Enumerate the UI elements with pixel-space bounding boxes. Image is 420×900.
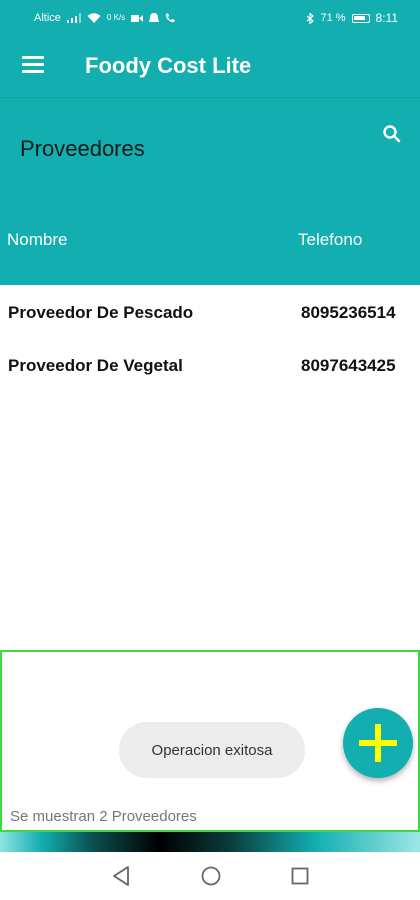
back-triangle-icon[interactable] — [111, 865, 131, 887]
app-bar: Foody Cost Lite — [0, 36, 420, 98]
add-supplier-button[interactable] — [343, 708, 413, 778]
list-item[interactable]: Proveedor De Pescado 8095236514 — [0, 285, 420, 338]
column-header-nombre[interactable]: Nombre — [7, 230, 67, 250]
video-icon — [131, 14, 144, 22]
supplier-count-text: Se muestran 2 Proveedores — [10, 808, 197, 825]
supplier-list: Proveedor De Pescado 8095236514 Proveedo… — [0, 285, 420, 391]
status-right: 71 % 8:11 — [306, 12, 398, 24]
toast-message: Operacion exitosa — [119, 722, 305, 778]
supplier-phone: 8097643425 — [301, 356, 396, 375]
bottom-panel: Operacion exitosa Se muestran 2 Proveedo… — [0, 650, 420, 832]
status-left: Altice 0 K/s — [34, 11, 176, 24]
hamburger-menu-icon[interactable] — [22, 56, 44, 74]
battery-icon — [351, 13, 370, 23]
recents-square-icon[interactable] — [290, 865, 310, 887]
carrier-label: Altice — [34, 11, 61, 24]
system-nav-bar — [0, 852, 420, 900]
status-bar: Altice 0 K/s 71 % 8:11 — [0, 0, 420, 36]
list-item[interactable]: Proveedor De Vegetal 8097643425 — [0, 338, 420, 391]
plus-icon — [359, 724, 397, 762]
home-circle-icon[interactable] — [200, 865, 222, 887]
bluetooth-icon — [307, 12, 315, 24]
supplier-name: Proveedor De Vegetal — [8, 356, 183, 375]
supplier-name: Proveedor De Pescado — [8, 303, 194, 322]
section-header: Proveedores Nombre Telefono — [0, 98, 420, 285]
page-title: Proveedores — [20, 136, 145, 161]
search-icon[interactable] — [382, 124, 402, 144]
phone-call-icon — [166, 13, 176, 23]
battery-percent: 71 % — [320, 11, 346, 24]
wifi-icon — [87, 12, 101, 23]
data-rate: 0 K/s — [106, 13, 126, 22]
clock: 8:11 — [375, 11, 398, 25]
notification-icon — [149, 12, 160, 22]
column-header-telefono[interactable]: Telefono — [298, 230, 362, 250]
supplier-phone: 8095236514 — [301, 303, 396, 322]
gradient-strip — [0, 832, 420, 852]
signal-icon — [66, 13, 81, 23]
app-title: Foody Cost Lite — [85, 53, 252, 78]
